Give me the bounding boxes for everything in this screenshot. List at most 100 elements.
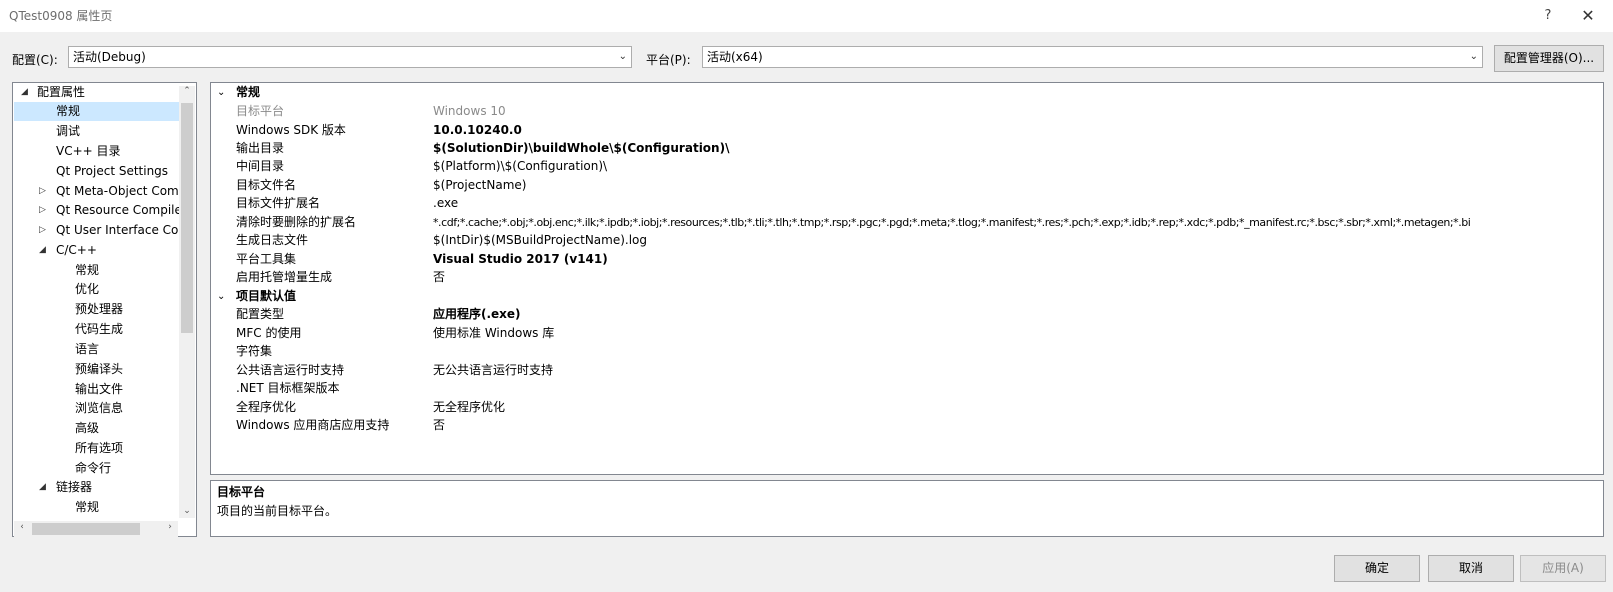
property-name: Windows 应用商店应用支持	[236, 418, 390, 432]
tree-item-label: 调试	[56, 124, 81, 138]
tree-item-label: Qt Project Settings	[56, 164, 169, 178]
property-name: 清除时要删除的扩展名	[236, 215, 357, 229]
collapse-icon[interactable]: ◢	[39, 478, 46, 497]
property-row[interactable]: 配置类型 应用程序(.exe)	[211, 305, 1603, 324]
category-project-defaults[interactable]: ⌄ 项目默认值	[211, 287, 1603, 306]
property-row[interactable]: 启用托管增量生成 否	[211, 268, 1603, 287]
tree-item-label: 代码生成	[75, 322, 124, 336]
property-value: 使用标准 Windows 库	[433, 326, 555, 340]
property-grid: ⌄ 常规 目标平台 Windows 10 Windows SDK 版本 10.0…	[210, 82, 1604, 475]
property-row[interactable]: 平台工具集 Visual Studio 2017 (v141)	[211, 250, 1603, 269]
tree-item-label: 常规	[75, 263, 100, 277]
property-name: 配置类型	[236, 307, 285, 321]
property-name: 输出目录	[236, 141, 285, 155]
expand-icon[interactable]: ▷	[39, 201, 46, 220]
tree-item-label: 输出文件	[75, 382, 124, 396]
category-label: 常规	[236, 85, 261, 99]
property-value: 否	[433, 418, 446, 432]
property-name: 目标文件扩展名	[236, 196, 321, 210]
collapse-icon[interactable]: ◢	[39, 241, 46, 260]
property-row[interactable]: 中间目录 $(Platform)\$(Configuration)\	[211, 157, 1603, 176]
property-row[interactable]: Windows SDK 版本 10.0.10240.0	[211, 121, 1603, 140]
tree-item-label: 语言	[75, 342, 100, 356]
scroll-left-icon[interactable]: ‹	[14, 522, 30, 532]
property-row[interactable]: 目标平台 Windows 10	[211, 102, 1603, 121]
property-value: $(SolutionDir)\buildWhole\$(Configuratio…	[433, 141, 730, 155]
tree-vertical-scroll-thumb[interactable]	[181, 103, 193, 333]
tree-item-label: 优化	[75, 282, 100, 296]
tree-item-label: Qt Resource Compile	[56, 203, 182, 217]
cancel-button[interactable]: 取消	[1428, 555, 1514, 582]
property-row[interactable]: .NET 目标框架版本	[211, 379, 1603, 398]
platform-value: 活动(x64)	[707, 50, 763, 64]
category-general[interactable]: ⌄ 常规	[211, 83, 1603, 102]
property-value: $(ProjectName)	[433, 178, 527, 192]
chevron-down-icon[interactable]: ⌄	[217, 287, 225, 306]
close-button[interactable]: ✕	[1573, 3, 1603, 29]
chevron-down-icon[interactable]: ⌄	[217, 83, 225, 102]
expand-icon[interactable]: ▷	[39, 182, 46, 201]
tree-item-label: 链接器	[56, 480, 93, 494]
property-row[interactable]: MFC 的使用 使用标准 Windows 库	[211, 324, 1603, 343]
property-name: 中间目录	[236, 159, 285, 173]
tree-item-label: Qt User Interface Con	[56, 223, 186, 237]
property-name: 目标文件名	[236, 178, 297, 192]
scroll-right-icon[interactable]: ›	[162, 522, 178, 532]
config-label: 配置(C):	[12, 53, 58, 67]
platform-combobox[interactable]: 活动(x64) ⌄	[702, 46, 1483, 68]
tree-item-label: C/C++	[56, 243, 97, 257]
property-value: Windows 10	[433, 104, 506, 118]
scroll-down-icon[interactable]: ⌄	[179, 506, 195, 516]
property-value: $(Platform)\$(Configuration)\	[433, 159, 608, 173]
tree-item-label: VC++ 目录	[56, 144, 121, 158]
property-value: 否	[433, 270, 446, 284]
property-name: Windows SDK 版本	[236, 123, 346, 137]
expand-icon[interactable]: ▷	[39, 221, 46, 240]
property-value: 10.0.10240.0	[433, 123, 522, 137]
property-row[interactable]: 输出目录 $(SolutionDir)\buildWhole\$(Configu…	[211, 139, 1603, 158]
property-value: *.cdf;*.cache;*.obj;*.obj.enc;*.ilk;*.ip…	[433, 216, 1471, 229]
property-value: 无全程序优化	[433, 400, 506, 414]
tree-item-label: 高级	[75, 421, 100, 435]
chevron-down-icon: ⌄	[618, 51, 627, 62]
config-combobox[interactable]: 活动(Debug) ⌄	[68, 46, 632, 68]
tree-item-label: 常规	[56, 104, 81, 118]
property-value: .exe	[433, 196, 459, 210]
property-name: 目标平台	[236, 104, 285, 118]
apply-button[interactable]: 应用(A)	[1520, 555, 1606, 582]
tree-horizontal-scroll-thumb[interactable]	[32, 523, 140, 535]
tree-item-label: 预处理器	[75, 302, 124, 316]
tree-item-label: Qt Meta-Object Com	[56, 184, 179, 198]
tree-item-label: 浏览信息	[75, 401, 124, 415]
platform-label: 平台(P):	[646, 53, 691, 67]
property-name: MFC 的使用	[236, 326, 302, 340]
property-name: .NET 目标框架版本	[236, 381, 340, 395]
property-name: 字符集	[236, 344, 273, 358]
scroll-up-icon[interactable]: ⌃	[179, 86, 195, 96]
property-name: 启用托管增量生成	[236, 270, 333, 284]
category-label: 项目默认值	[236, 289, 297, 303]
window-title: QTest0908 属性页	[9, 9, 113, 23]
property-row[interactable]: 清除时要删除的扩展名 *.cdf;*.cache;*.obj;*.obj.enc…	[211, 213, 1603, 232]
property-tree: ◢ 配置属性 常规 调试 VC++ 目录 Qt Project Settings…	[12, 82, 197, 537]
property-row[interactable]: 生成日志文件 $(IntDir)$(MSBuildProjectName).lo…	[211, 231, 1603, 250]
property-row[interactable]: Windows 应用商店应用支持 否	[211, 416, 1603, 435]
config-value: 活动(Debug)	[73, 50, 146, 64]
property-row[interactable]: 公共语言运行时支持 无公共语言运行时支持	[211, 361, 1603, 380]
property-value: $(IntDir)$(MSBuildProjectName).log	[433, 233, 648, 247]
property-name: 公共语言运行时支持	[236, 363, 345, 377]
property-row[interactable]: 目标文件扩展名 .exe	[211, 194, 1603, 213]
property-name: 全程序优化	[236, 400, 297, 414]
tree-item-label: 常规	[75, 500, 100, 514]
property-row[interactable]: 目标文件名 $(ProjectName)	[211, 176, 1603, 195]
ok-button[interactable]: 确定	[1334, 555, 1420, 582]
collapse-icon[interactable]: ◢	[21, 83, 28, 102]
tree-item-label: 命令行	[75, 461, 112, 475]
property-row[interactable]: 全程序优化 无全程序优化	[211, 398, 1603, 417]
property-row[interactable]: 字符集	[211, 342, 1603, 361]
description-text: 项目的当前目标平台。	[217, 504, 338, 518]
tree-item-general[interactable]: 常规	[14, 102, 179, 121]
help-button[interactable]: ?	[1534, 5, 1562, 27]
chevron-down-icon: ⌄	[1469, 51, 1478, 62]
configuration-manager-button[interactable]: 配置管理器(O)...	[1494, 45, 1604, 72]
